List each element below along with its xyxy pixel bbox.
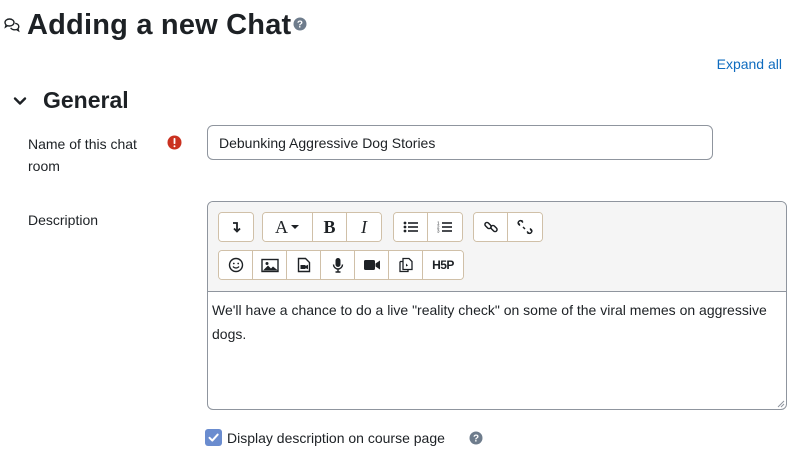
image-icon (260, 258, 279, 272)
svg-text:?: ? (473, 434, 479, 445)
bold-button[interactable]: B (313, 213, 347, 241)
manage-files-button[interactable] (389, 251, 423, 279)
italic-icon: I (361, 216, 367, 237)
checkmark-icon (208, 433, 219, 442)
page-title: Adding a new Chat? (27, 3, 307, 47)
chat-bubbles-icon (4, 18, 20, 33)
font-style-icon: A (275, 217, 300, 238)
toolbar-group-collapse (218, 212, 254, 242)
h5p-icon: H5P (432, 258, 454, 272)
description-editor: A B I 123 H5P We'll have a chance to do … (207, 201, 787, 410)
unlink-icon (517, 219, 533, 235)
chat-room-name-input[interactable] (207, 125, 713, 160)
svg-text:?: ? (297, 20, 303, 31)
ordered-list-icon: 123 (437, 221, 452, 234)
emoticon-button[interactable] (219, 251, 253, 279)
name-label-line2: room (28, 158, 60, 174)
toolbar-group-media: H5P (218, 250, 464, 280)
exclamation-circle-icon (167, 135, 182, 150)
svg-text:3: 3 (437, 229, 440, 234)
question-circle-icon[interactable]: ? (293, 17, 307, 31)
chevron-down-icon[interactable] (12, 93, 28, 109)
unlink-button[interactable] (508, 213, 542, 241)
display-description-checkbox[interactable] (205, 429, 222, 446)
toolbar-group-style: A B I (262, 212, 382, 242)
display-description-label[interactable]: Display description on course page (227, 427, 445, 449)
unordered-list-button[interactable] (394, 213, 428, 241)
toolbar-group-lists: 123 (393, 212, 463, 242)
resize-handle-icon[interactable] (775, 398, 785, 408)
ordered-list-button[interactable]: 123 (428, 213, 462, 241)
question-circle-icon[interactable]: ? (469, 431, 483, 445)
record-audio-button[interactable] (321, 251, 355, 279)
record-video-button[interactable] (355, 251, 389, 279)
image-button[interactable] (253, 251, 287, 279)
record-video-icon (363, 260, 380, 270)
unordered-list-icon (403, 221, 418, 233)
name-label: Name of this chat room (28, 133, 137, 177)
manage-files-icon (398, 257, 413, 273)
section-title[interactable]: General (43, 84, 129, 116)
toolbar-group-links (473, 212, 543, 242)
collapse-toolbar-icon (233, 222, 241, 233)
media-icon (297, 257, 310, 273)
expand-all-link[interactable]: Expand all (717, 56, 782, 72)
bold-icon: B (323, 216, 336, 237)
name-label-line1: Name of this chat (28, 136, 137, 152)
italic-button[interactable]: I (347, 213, 381, 241)
page-title-text: Adding a new Chat (27, 9, 292, 41)
media-button[interactable] (287, 251, 321, 279)
h5p-button[interactable]: H5P (423, 251, 463, 279)
description-content[interactable]: We'll have a chance to do a live "realit… (208, 292, 786, 409)
link-button[interactable] (474, 213, 508, 241)
record-audio-icon (332, 258, 343, 273)
editor-toolbar: A B I 123 H5P (208, 202, 786, 292)
link-icon (483, 221, 498, 233)
description-label: Description (28, 212, 99, 228)
emoticon-icon (228, 257, 243, 273)
page: Adding a new Chat? Expand all General Na… (0, 0, 793, 455)
font-style-label: A (275, 216, 288, 237)
collapse-toolbar-button[interactable] (219, 213, 253, 241)
font-style-button[interactable]: A (263, 213, 313, 241)
